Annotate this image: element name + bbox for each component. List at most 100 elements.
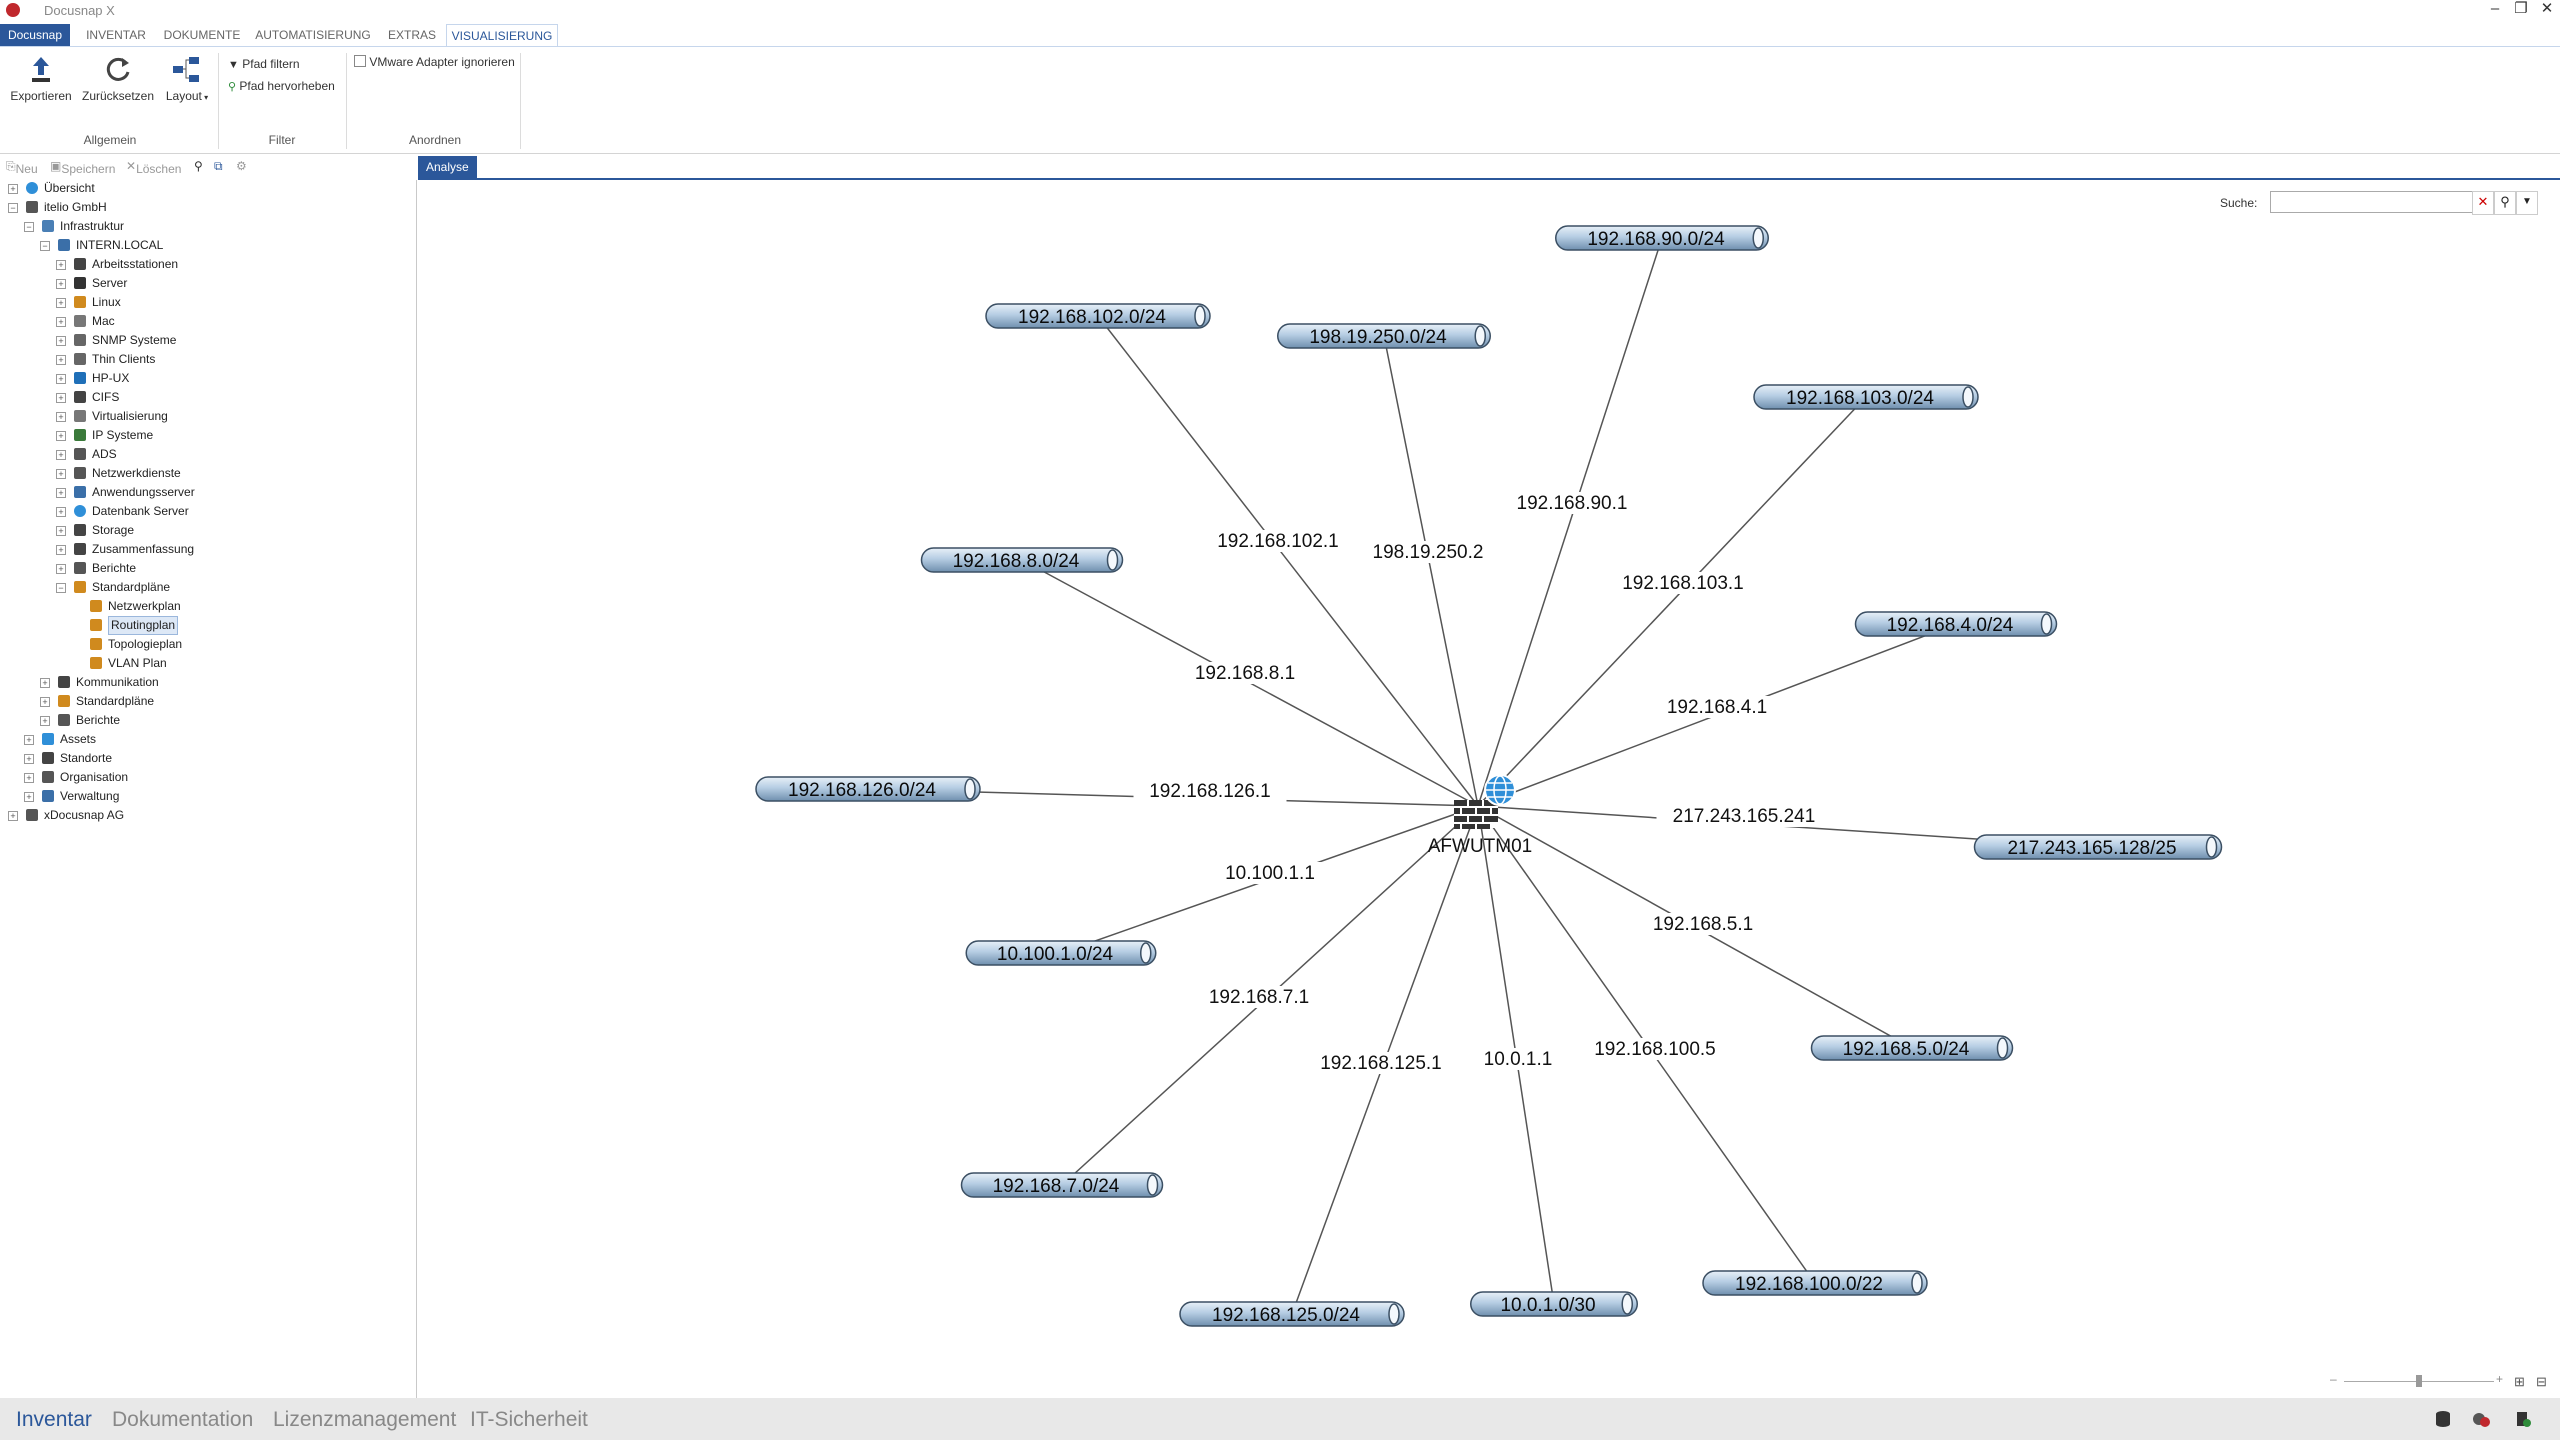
zoom-thumb[interactable]: [2416, 1375, 2422, 1387]
network-node[interactable]: 217.243.165.128/25: [1973, 834, 2223, 860]
tree-node[interactable]: + Zusammenfassung: [0, 541, 410, 558]
fit-width-icon[interactable]: ⊟: [2536, 1374, 2547, 1390]
tree-node[interactable]: − Infrastruktur: [0, 218, 410, 235]
tree-node[interactable]: − itelio GmbH: [0, 199, 410, 216]
network-node[interactable]: 192.168.100.0/22: [1702, 1270, 1928, 1296]
tree-node[interactable]: + ADS: [0, 446, 410, 463]
tree-node[interactable]: + Standorte: [0, 750, 410, 767]
find-icon[interactable]: ⧉: [214, 159, 223, 174]
export-button[interactable]: Exportieren: [8, 55, 74, 103]
tree-node[interactable]: + Verwaltung: [0, 788, 410, 805]
zoom-out-icon[interactable]: –: [2330, 1372, 2337, 1386]
database-status-icon[interactable]: [2434, 1410, 2452, 1428]
tree-node[interactable]: + Virtualisierung: [0, 408, 410, 425]
network-node[interactable]: 192.168.126.0/24: [755, 776, 981, 802]
network-node[interactable]: 192.168.5.0/24: [1810, 1035, 2014, 1061]
expand-icon[interactable]: +: [56, 393, 66, 403]
vmware-adapter-checkbox[interactable]: VMware Adapter ignorieren: [354, 55, 515, 69]
expand-icon[interactable]: +: [40, 716, 50, 726]
layout-button[interactable]: Layout ▾: [160, 55, 214, 103]
tab-automatisierung[interactable]: AUTOMATISIERUNG: [252, 24, 374, 46]
expand-icon[interactable]: +: [56, 488, 66, 498]
expand-icon[interactable]: +: [56, 260, 66, 270]
tree-node[interactable]: + Anwendungsserver: [0, 484, 410, 501]
new-button[interactable]: ⎘ Neu: [6, 159, 38, 176]
expand-icon[interactable]: +: [8, 184, 18, 194]
zoom-slider[interactable]: – +: [2330, 1372, 2510, 1392]
connection-status-icon[interactable]: [2472, 1410, 2490, 1428]
expand-icon[interactable]: +: [40, 697, 50, 707]
tree-node[interactable]: + Mac: [0, 313, 410, 330]
expand-icon[interactable]: +: [56, 279, 66, 289]
tree-node[interactable]: + Standardpläne: [0, 693, 410, 710]
expand-icon[interactable]: +: [56, 469, 66, 479]
tree-node[interactable]: + Assets: [0, 731, 410, 748]
tree-node[interactable]: Routingplan: [0, 616, 410, 635]
collapse-icon[interactable]: −: [24, 222, 34, 232]
tree-node[interactable]: VLAN Plan: [0, 655, 410, 672]
expand-icon[interactable]: +: [24, 792, 34, 802]
network-node[interactable]: 10.0.1.0/30: [1470, 1291, 1638, 1317]
minimize-icon[interactable]: –: [2484, 0, 2506, 20]
expand-icon[interactable]: +: [56, 317, 66, 327]
network-node[interactable]: 198.19.250.0/24: [1277, 323, 1491, 349]
expand-icon[interactable]: +: [24, 735, 34, 745]
tree-node[interactable]: + xDocusnap AG: [0, 807, 410, 824]
tree-node[interactable]: + Storage: [0, 522, 410, 539]
network-node[interactable]: 192.168.125.0/24: [1179, 1301, 1405, 1327]
search-tree-icon[interactable]: ⚲: [194, 159, 203, 173]
expand-icon[interactable]: +: [8, 811, 18, 821]
network-node[interactable]: 192.168.103.0/24: [1753, 384, 1979, 410]
tab-extras[interactable]: EXTRAS: [382, 24, 442, 46]
tree-node[interactable]: Netzwerkplan: [0, 598, 410, 615]
expand-icon[interactable]: +: [40, 678, 50, 688]
zoom-in-icon[interactable]: +: [2496, 1372, 2503, 1386]
save-button[interactable]: ▣ Speichern: [50, 159, 115, 176]
highlight-path-button[interactable]: ⚲ Pfad hervorheben: [228, 79, 335, 93]
tree-node[interactable]: + Übersicht: [0, 180, 410, 197]
restore-icon[interactable]: ❐: [2510, 0, 2532, 20]
tree-node[interactable]: + Arbeitsstationen: [0, 256, 410, 273]
tree-node[interactable]: + Netzwerkdienste: [0, 465, 410, 482]
expand-icon[interactable]: +: [56, 450, 66, 460]
collapse-icon[interactable]: −: [40, 241, 50, 251]
settings-icon[interactable]: ⚙: [236, 159, 247, 173]
expand-icon[interactable]: +: [56, 507, 66, 517]
tree-node[interactable]: + Kommunikation: [0, 674, 410, 691]
tab-analyse[interactable]: Analyse: [418, 156, 477, 178]
tab-inventar[interactable]: INVENTAR: [80, 24, 152, 46]
network-node[interactable]: 192.168.90.0/24: [1555, 225, 1769, 251]
fit-page-icon[interactable]: ⊞: [2514, 1374, 2525, 1390]
tree-node[interactable]: + HP-UX: [0, 370, 410, 387]
expand-icon[interactable]: +: [56, 545, 66, 555]
license-status-icon[interactable]: [2514, 1410, 2532, 1428]
expand-icon[interactable]: +: [56, 412, 66, 422]
expand-icon[interactable]: +: [56, 564, 66, 574]
network-node[interactable]: 192.168.102.0/24: [985, 303, 1211, 329]
network-node[interactable]: 192.168.4.0/24: [1854, 611, 2058, 637]
collapse-icon[interactable]: −: [56, 583, 66, 593]
reset-button[interactable]: Zurücksetzen: [80, 55, 156, 103]
tree-node[interactable]: + Berichte: [0, 712, 410, 729]
network-node[interactable]: 192.168.7.0/24: [960, 1172, 1164, 1198]
tree-node[interactable]: + Linux: [0, 294, 410, 311]
module-inventar[interactable]: Inventar: [16, 1408, 92, 1432]
network-node[interactable]: 10.100.1.0/24: [965, 940, 1157, 966]
tree-node[interactable]: + Server: [0, 275, 410, 292]
tree-node[interactable]: + IP Systeme: [0, 427, 410, 444]
tab-docusnap[interactable]: Docusnap: [0, 24, 70, 46]
tree-node[interactable]: + CIFS: [0, 389, 410, 406]
expand-icon[interactable]: +: [24, 754, 34, 764]
expand-icon[interactable]: +: [56, 298, 66, 308]
expand-icon[interactable]: +: [56, 431, 66, 441]
checkbox-box[interactable]: [354, 55, 366, 67]
tree-node[interactable]: − INTERN.LOCAL: [0, 237, 410, 254]
close-icon[interactable]: ✕: [2536, 0, 2558, 20]
expand-icon[interactable]: +: [56, 526, 66, 536]
tree-node[interactable]: + Organisation: [0, 769, 410, 786]
tree-node[interactable]: + Thin Clients: [0, 351, 410, 368]
network-node[interactable]: 192.168.8.0/24: [920, 547, 1124, 573]
filter-path-button[interactable]: ▼ Pfad filtern: [228, 57, 300, 71]
collapse-icon[interactable]: −: [8, 203, 18, 213]
expand-icon[interactable]: +: [56, 336, 66, 346]
